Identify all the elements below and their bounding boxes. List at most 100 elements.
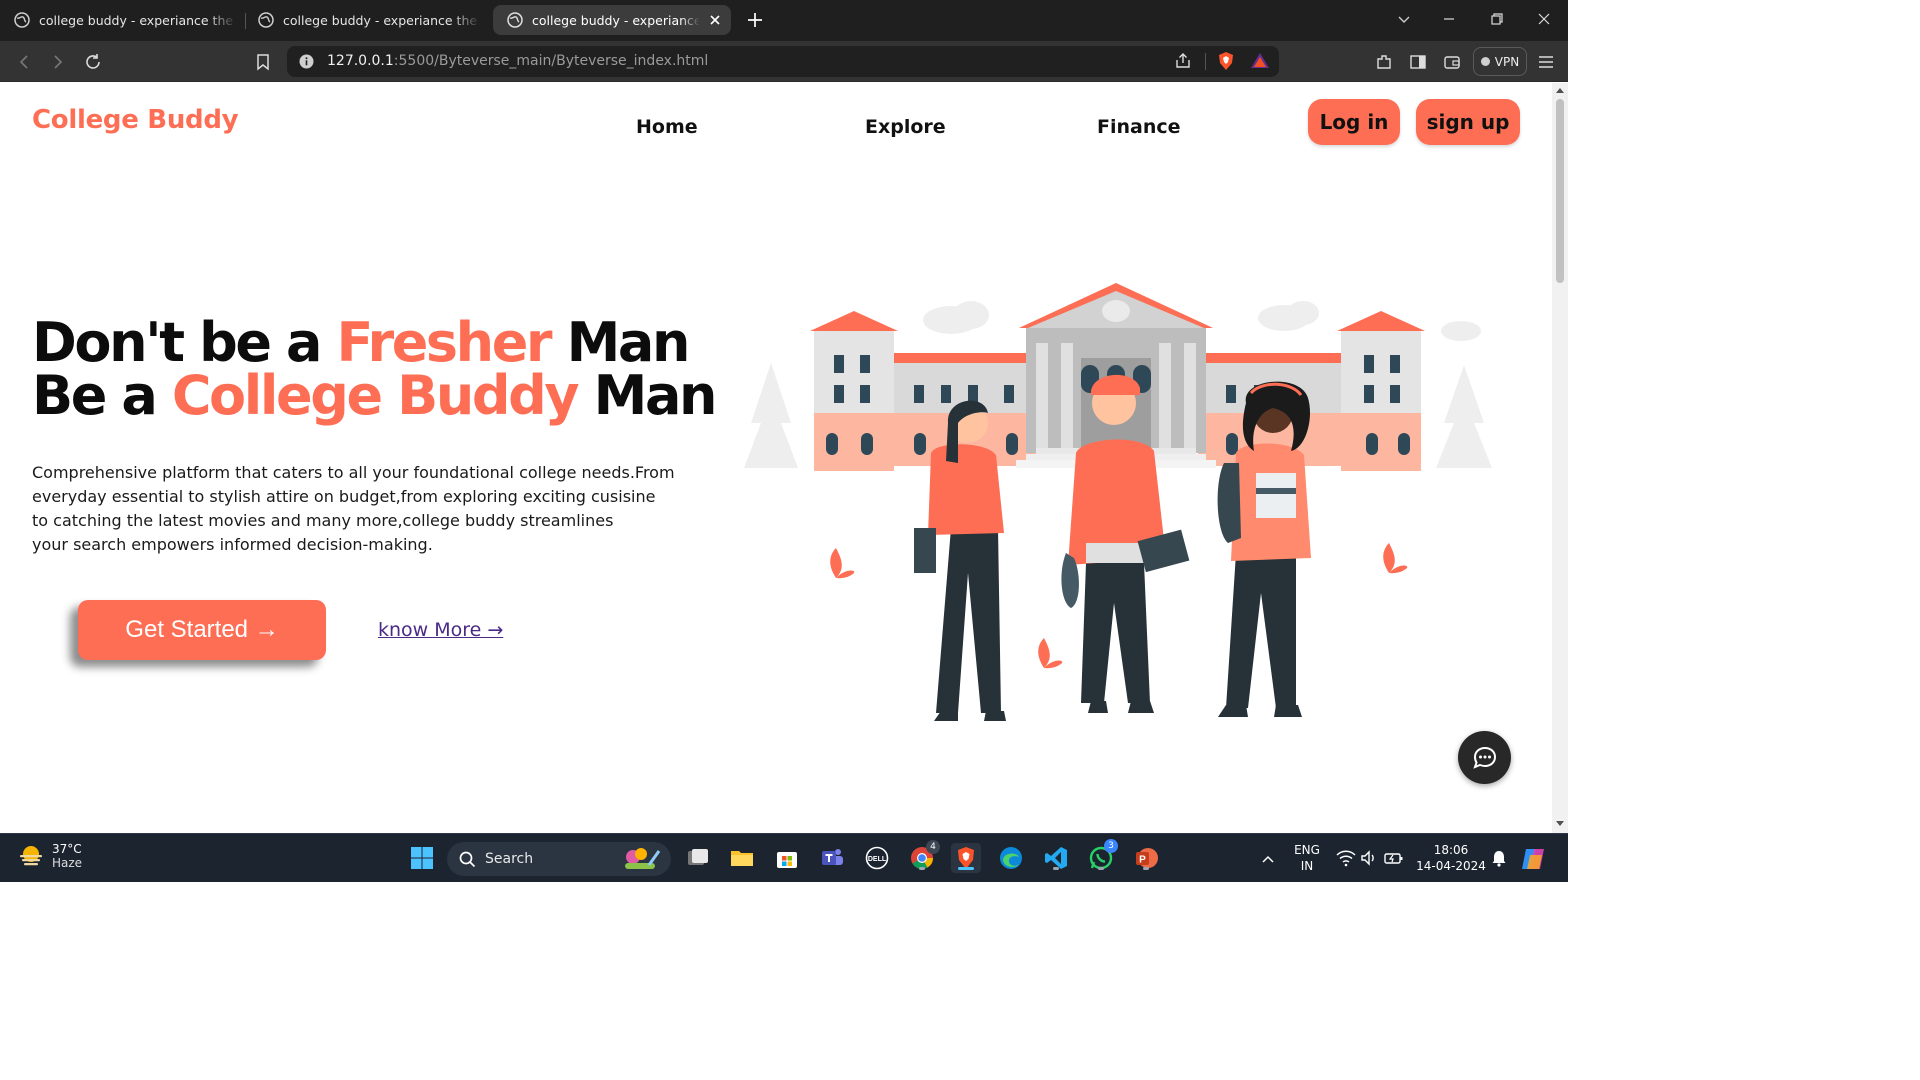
start-button[interactable] (407, 843, 437, 873)
powerpoint-button[interactable]: P (1131, 843, 1161, 873)
login-button[interactable]: Log in (1308, 99, 1400, 145)
folder-icon (729, 845, 755, 871)
volume-icon[interactable] (1360, 849, 1378, 867)
scroll-down-arrow-icon[interactable] (1556, 819, 1564, 827)
hero-line2-pre: Be a (32, 364, 172, 427)
vpn-label: VPN (1494, 54, 1520, 69)
teams-button[interactable] (817, 843, 847, 873)
url-text[interactable]: 127.0.0.1:5500/Byteverse_main/Byteverse_… (327, 53, 708, 69)
clock-date: 14-04-2024 (1416, 859, 1486, 873)
reload-icon[interactable] (82, 51, 104, 73)
url-path: :5500/Byteverse_main/Byteverse_index.htm… (393, 53, 709, 69)
microsoft-store-button[interactable] (772, 843, 802, 873)
minimize-icon[interactable] (1438, 8, 1460, 30)
url-host: 127.0.0.1 (327, 53, 394, 69)
wallet-icon[interactable] (1441, 51, 1463, 73)
search-icon (459, 851, 476, 868)
clock-time: 18:06 (1433, 843, 1469, 857)
brave-button[interactable] (951, 843, 981, 873)
svg-text:DELL: DELL (868, 856, 887, 863)
site-logo[interactable]: College Buddy (32, 105, 239, 135)
haze-sun-icon (18, 843, 44, 869)
dell-icon: DELL (864, 845, 890, 871)
browser-tab-bar: college buddy - experiance the simpl col… (0, 0, 1568, 41)
running-indicator (919, 867, 925, 870)
chrome-button[interactable]: 4 (907, 840, 940, 873)
battery-icon[interactable] (1384, 849, 1404, 867)
description-line: to catching the latest movies and many m… (32, 511, 614, 530)
hero-heading-line-1: Don't be a Fresher Man (32, 316, 715, 370)
whatsapp-unread-badge: 3 (1104, 839, 1118, 853)
file-explorer-button[interactable] (727, 843, 757, 873)
task-view-button[interactable] (683, 843, 713, 873)
tab-title: college buddy - experiance the simpl (39, 12, 237, 28)
scroll-up-arrow-icon[interactable] (1556, 87, 1564, 95)
tab-title: college buddy - experiance the simpl (532, 12, 700, 28)
know-more-link[interactable]: know More → (378, 619, 503, 641)
bookmark-icon[interactable] (252, 51, 274, 73)
browser-tab-1[interactable]: college buddy - experiance the simpl (0, 5, 237, 35)
description-line: your search empowers informed decision-m… (32, 535, 433, 554)
college-students-illustration (744, 283, 1492, 721)
vpn-button[interactable]: VPN (1473, 47, 1527, 76)
dell-button[interactable]: DELL (862, 843, 892, 873)
show-hidden-icons-chevron-icon[interactable] (1260, 851, 1276, 867)
new-tab-icon[interactable] (744, 9, 766, 31)
hero-description: Comprehensive platform that caters to al… (32, 461, 682, 557)
web-page: College Buddy Home Explore Finance Log i… (0, 83, 1568, 833)
weather-condition: Haze (52, 856, 83, 870)
taskbar-search[interactable]: Search (447, 842, 671, 876)
chrome-profile-badge: 4 (926, 840, 940, 854)
copilot-icon[interactable] (1520, 845, 1548, 873)
scroll-thumb[interactable] (1556, 99, 1564, 283)
teams-icon (819, 845, 845, 871)
hero-line2-post: Man (577, 364, 718, 427)
browser-tab-3-active[interactable]: college buddy - experiance the simpl (493, 5, 731, 35)
nav-finance[interactable]: Finance (1097, 116, 1181, 138)
nav-home[interactable]: Home (636, 116, 698, 138)
brave-rewards-icon[interactable] (1250, 51, 1270, 71)
vscode-button[interactable] (1041, 843, 1071, 873)
close-window-icon[interactable] (1533, 8, 1555, 30)
nav-explore[interactable]: Explore (865, 116, 946, 138)
hero-heading-line-2: Be a College Buddy Man (32, 369, 717, 423)
windows-logo-icon (410, 846, 434, 870)
back-icon[interactable] (13, 51, 35, 73)
tab-search-chevron-icon[interactable] (1393, 8, 1415, 30)
running-indicator (1143, 867, 1149, 870)
tab-title: college buddy - experiance the simpl (283, 12, 481, 28)
globe-icon (14, 12, 30, 28)
language-code: ENG (1294, 843, 1320, 857)
hero-line2-accent: College Buddy (171, 364, 580, 427)
edge-button[interactable] (996, 843, 1026, 873)
chat-icon (1471, 744, 1499, 772)
address-bar[interactable]: 127.0.0.1:5500/Byteverse_main/Byteverse_… (287, 46, 1279, 77)
globe-icon (507, 12, 523, 28)
language-indicator[interactable]: ENG IN (1292, 842, 1322, 874)
page-scrollbar[interactable] (1552, 83, 1568, 833)
close-tab-icon[interactable] (707, 12, 723, 28)
weather-widget[interactable]: 37°C Haze (18, 842, 82, 870)
site-info-icon[interactable] (299, 54, 314, 69)
restore-icon[interactable] (1486, 8, 1508, 30)
signup-button[interactable]: sign up (1416, 99, 1520, 145)
browser-tab-2[interactable]: college buddy - experiance the simpl (244, 5, 481, 35)
urlbar-divider (1205, 53, 1206, 70)
clock[interactable]: 18:06 14-04-2024 (1416, 842, 1486, 874)
sidebar-icon[interactable] (1407, 51, 1429, 73)
get-started-button[interactable]: Get Started → (78, 600, 326, 660)
extensions-icon[interactable] (1373, 51, 1395, 73)
hero-heading: Don't be a Fresher Man Be a College Budd… (32, 316, 717, 423)
notification-bell-icon[interactable] (1490, 849, 1508, 867)
chat-button[interactable] (1458, 731, 1511, 784)
brave-shields-icon[interactable] (1216, 51, 1236, 71)
forward-icon[interactable] (47, 51, 69, 73)
menu-icon[interactable] (1535, 51, 1557, 73)
running-indicator (1053, 867, 1059, 870)
description-line: everyday essential to stylish attire on … (32, 487, 656, 506)
whatsapp-button[interactable]: 3 (1086, 839, 1118, 873)
running-indicator (1098, 867, 1104, 870)
globe-icon (258, 12, 274, 28)
share-icon[interactable] (1173, 51, 1193, 71)
wifi-icon[interactable] (1336, 849, 1356, 867)
